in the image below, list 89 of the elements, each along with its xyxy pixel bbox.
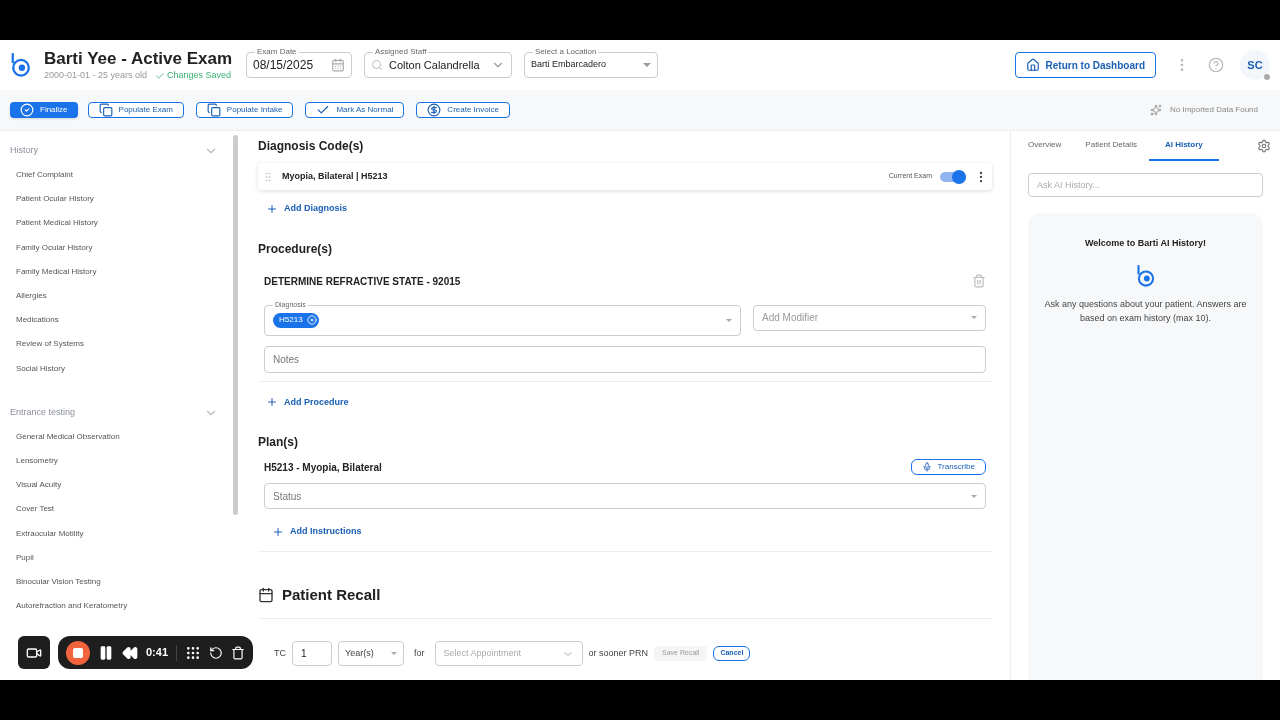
- camera-button[interactable]: [18, 636, 50, 669]
- sidebar-item[interactable]: Extraocular Motility: [10, 521, 230, 546]
- delete-icon[interactable]: [231, 645, 246, 660]
- sidebar-item[interactable]: Visual Acuity: [10, 473, 230, 498]
- toolbar-button[interactable]: Populate Exam: [87, 102, 184, 118]
- dropdown-arrow-icon: [643, 63, 651, 67]
- logo-icon: [1135, 262, 1156, 289]
- check-icon: [155, 70, 166, 81]
- add-instructions-button[interactable]: Add Instructions: [272, 525, 362, 539]
- diagnosis-chip[interactable]: H5213: [273, 312, 319, 328]
- microphone-icon: [921, 462, 932, 472]
- add-procedure-button[interactable]: Add Procedure: [266, 395, 349, 409]
- recall-heading: Patient Recall: [282, 584, 381, 605]
- return-to-dashboard-button[interactable]: Return to Dashboard: [1014, 52, 1156, 78]
- sidebar-item[interactable]: Patient Medical History: [10, 211, 230, 236]
- user-avatar[interactable]: SC: [1240, 50, 1270, 80]
- ai-history-search-field[interactable]: Ask AI History...: [1028, 173, 1263, 197]
- page-title: Barti Yee - Active Exam: [44, 47, 234, 69]
- sparkle-icon: [1149, 104, 1162, 116]
- plan-title: H5213 - Myopia, Bilateral: [264, 460, 382, 475]
- sidebar-item[interactable]: Lensometry: [10, 448, 230, 474]
- panel-tab[interactable]: AI History: [1148, 131, 1219, 161]
- panel-tab[interactable]: Overview: [1028, 131, 1074, 161]
- sidebar-item[interactable]: General Medical Observation: [10, 424, 230, 449]
- toolbar-button[interactable]: Mark As Normal: [305, 102, 405, 118]
- for-label: for: [414, 646, 425, 660]
- dropdown-arrow-icon: [726, 318, 732, 322]
- sidebar-item[interactable]: Review of Systems: [10, 332, 230, 357]
- restart-icon[interactable]: [209, 645, 224, 660]
- calendar-icon: [331, 58, 345, 72]
- procedure-title: DETERMINE REFRACTIVE STATE - 92015: [264, 274, 461, 289]
- panel-tab[interactable]: Patient Details: [1073, 131, 1149, 161]
- transcribe-button[interactable]: Transcribe: [910, 459, 986, 475]
- sidebar-item[interactable]: Binocular Vision Testing: [10, 569, 230, 594]
- sidebar-item[interactable]: Family Ocular History: [10, 235, 230, 260]
- recording-time: 0:41: [146, 645, 169, 661]
- welcome-title: Welcome to Barti AI History!: [1085, 237, 1206, 250]
- plus-icon: [272, 525, 284, 538]
- toolbar-button[interactable]: Finalize: [10, 102, 78, 118]
- sidebar-item[interactable]: Medications: [10, 308, 230, 333]
- recall-count-field[interactable]: 1: [292, 641, 332, 666]
- copy-icon: [98, 103, 113, 117]
- add-diagnosis-button[interactable]: Add Diagnosis: [266, 202, 347, 216]
- status-select[interactable]: Status: [264, 483, 986, 509]
- remove-icon[interactable]: [306, 315, 317, 325]
- home-icon: [1025, 58, 1040, 72]
- pause-icon[interactable]: [98, 644, 114, 661]
- current-exam-toggle[interactable]: [940, 171, 966, 182]
- sidebar-item[interactable]: Cover Test: [10, 497, 230, 522]
- check-icon: [316, 103, 331, 117]
- recall-suffix: or sooner PRN: [588, 646, 649, 660]
- dollar-icon: [427, 103, 442, 117]
- toolbar-button[interactable]: Create Invoice: [416, 102, 510, 118]
- section-heading: Plan(s): [258, 434, 299, 451]
- sidebar-item[interactable]: Pupil: [10, 545, 230, 570]
- import-status: No Imported Data Found: [1169, 104, 1258, 116]
- calendar-icon: [258, 586, 274, 603]
- diagnosis-label: Myopia, Bilateral | H5213: [282, 169, 389, 183]
- sidebar-item[interactable]: Chief Complaint: [10, 163, 230, 188]
- plus-icon: [266, 202, 278, 215]
- toolbar-button[interactable]: Populate Intake: [195, 102, 294, 118]
- welcome-text: Ask any questions about your patient. Answers are based on exam history (max 10).: [1043, 297, 1248, 325]
- dropdown-arrow-icon: [971, 494, 977, 498]
- sidebar-item[interactable]: Social History: [10, 356, 230, 381]
- plus-icon: [266, 396, 278, 409]
- sidebar-item[interactable]: Allergies: [10, 283, 230, 309]
- grid-icon[interactable]: [185, 644, 202, 661]
- rewind-icon[interactable]: [122, 644, 138, 661]
- sidebar-item[interactable]: Family Medical History: [10, 259, 230, 284]
- sidebar-item[interactable]: Autorefraction and Keratometry: [10, 594, 230, 619]
- stop-button[interactable]: [66, 640, 90, 665]
- check-circle-icon: [20, 103, 34, 117]
- section-heading: Diagnosis Code(s): [258, 138, 365, 155]
- settings-icon[interactable]: [1257, 139, 1271, 153]
- recall-prefix: TC: [274, 646, 286, 660]
- search-icon: [371, 59, 383, 71]
- copy-icon: [206, 103, 221, 117]
- sidebar-section-header[interactable]: Entrance testing: [10, 400, 230, 425]
- patient-info: 2000-01-01 - 25 years old: [44, 68, 148, 82]
- logo-icon: [10, 51, 32, 79]
- save-status: Changes Saved: [155, 68, 232, 83]
- sidebar-section-header[interactable]: History: [10, 139, 230, 163]
- drag-handle-icon[interactable]: [262, 170, 274, 183]
- sidebar-item[interactable]: Patient Ocular History: [10, 187, 230, 212]
- unit-select[interactable]: Year(s): [338, 641, 404, 666]
- stop-icon: [72, 646, 84, 659]
- section-heading: Procedure(s): [258, 240, 334, 258]
- dropdown-arrow-icon: [971, 316, 977, 319]
- notes-field[interactable]: Notes: [264, 345, 986, 373]
